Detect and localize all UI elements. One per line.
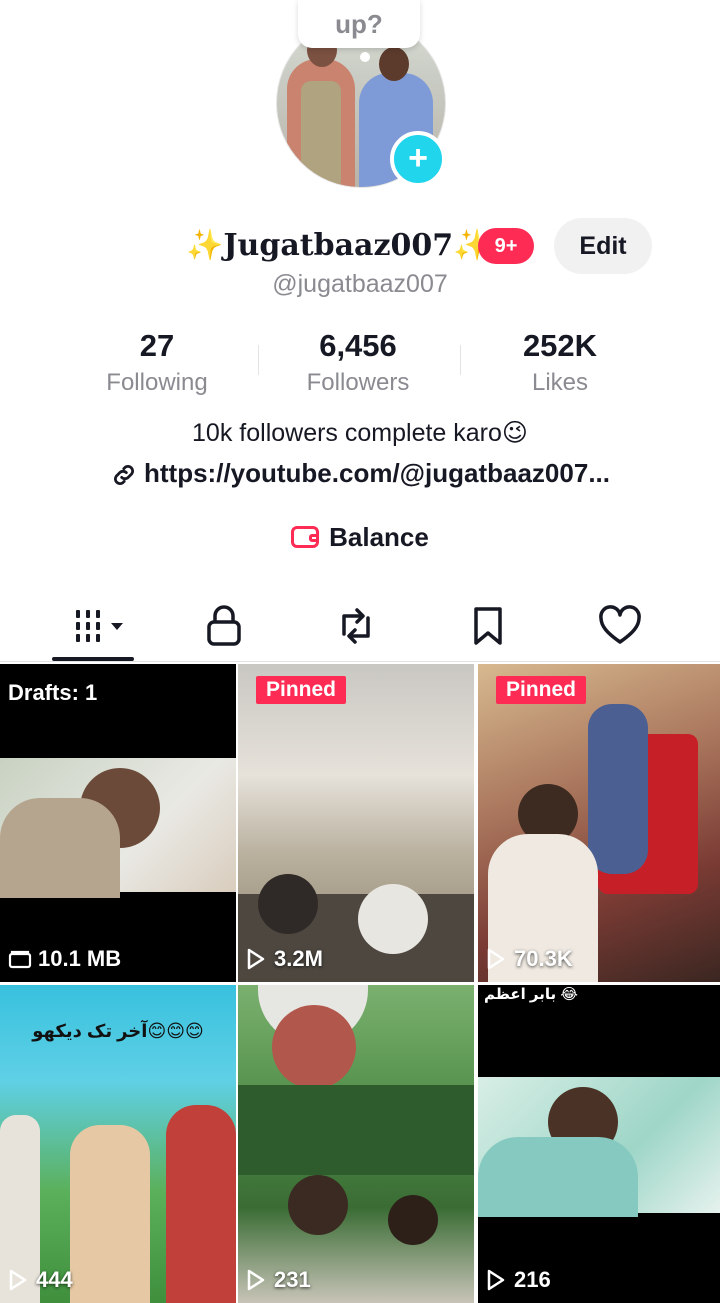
- view-count: 444: [8, 1267, 73, 1293]
- pinned-badge: Pinned: [256, 676, 347, 704]
- profile-link[interactable]: https://youtube.com/@jugatbaaz007...: [0, 458, 720, 491]
- username-handle: @jugatbaaz007: [272, 270, 448, 298]
- view-count: 216: [486, 1267, 551, 1293]
- display-name: ✨Jugatbaaz007✨: [186, 228, 491, 263]
- bubble-tail: [360, 52, 370, 62]
- play-icon: [487, 948, 505, 970]
- heart-icon: [599, 605, 641, 644]
- edit-profile-button[interactable]: Edit: [554, 218, 652, 274]
- avatar-person-left: [287, 33, 355, 187]
- notification-badge[interactable]: 9+: [478, 228, 534, 264]
- tab-reposts[interactable]: [290, 596, 422, 656]
- wallet-icon: [291, 526, 320, 548]
- video-thumbnail-5[interactable]: 231: [238, 985, 474, 1303]
- bookmark-icon: [474, 607, 502, 645]
- video-thumbnail-pinned-1[interactable]: Pinned 3.2M: [238, 664, 474, 982]
- drafts-label: Drafts: 1: [8, 680, 98, 705]
- video-preview-image: [478, 1077, 720, 1217]
- video-thumbnail-6[interactable]: بابر اعظم 😂 216: [478, 985, 720, 1303]
- tabs-divider: [0, 661, 720, 662]
- play-icon: [247, 948, 265, 970]
- bio-text: 10k followers complete karo😉: [192, 419, 528, 447]
- play-icon: [487, 1269, 505, 1291]
- balance-label: Balance: [329, 522, 429, 552]
- draft-preview-image: [0, 758, 236, 898]
- likes-label: Likes: [531, 369, 589, 396]
- following-count: 27: [139, 328, 175, 363]
- link-icon: [110, 460, 138, 491]
- balance-button[interactable]: Balance: [0, 522, 720, 553]
- likes-count: 252K: [522, 328, 598, 363]
- following-stat[interactable]: 27 Following: [57, 326, 257, 400]
- followers-stat[interactable]: 6,456 Followers: [258, 326, 458, 400]
- lock-icon: [207, 605, 241, 646]
- view-count-text: 231: [274, 1267, 311, 1292]
- following-label: Following: [106, 369, 208, 396]
- followers-count: 6,456: [319, 328, 397, 363]
- view-count: 231: [246, 1267, 311, 1293]
- view-count-text: 216: [514, 1267, 551, 1292]
- video-caption: آخر تک دیکھو😊😊😊: [32, 1021, 204, 1041]
- followers-label: Followers: [306, 369, 410, 396]
- play-icon: [9, 1269, 27, 1291]
- video-thumbnail-draft[interactable]: Drafts: 1 10.1 MB: [0, 664, 236, 982]
- grid-icon: [76, 610, 123, 642]
- tab-liked[interactable]: [554, 596, 686, 656]
- status-bubble[interactable]: up?: [298, 0, 420, 48]
- folder-icon: [8, 950, 32, 969]
- video-thumbnail-pinned-2[interactable]: Pinned 70.3K: [478, 664, 720, 982]
- repost-icon: [342, 608, 370, 644]
- view-count-text: 70.3K: [514, 946, 573, 971]
- view-count-text: 444: [36, 1267, 73, 1292]
- view-count: 3.2M: [246, 946, 323, 972]
- view-count: 70.3K: [486, 946, 573, 972]
- tab-videos[interactable]: [34, 596, 166, 656]
- tab-private[interactable]: [158, 596, 290, 656]
- video-caption: بابر اعظم 😂: [484, 986, 578, 1003]
- video-size-label: 10.1 MB: [8, 946, 121, 972]
- likes-stat[interactable]: 252K Likes: [460, 326, 660, 400]
- draft-size-text: 10.1 MB: [38, 946, 122, 971]
- add-story-button[interactable]: +: [390, 131, 446, 187]
- tab-favorites[interactable]: [422, 596, 554, 656]
- profile-link-text: https://youtube.com/@jugatbaaz007...: [144, 458, 610, 488]
- pinned-badge: Pinned: [496, 676, 587, 704]
- video-thumbnail-4[interactable]: آخر تک دیکھو😊😊😊 444: [0, 985, 236, 1303]
- view-count-text: 3.2M: [274, 946, 323, 971]
- play-icon: [247, 1269, 265, 1291]
